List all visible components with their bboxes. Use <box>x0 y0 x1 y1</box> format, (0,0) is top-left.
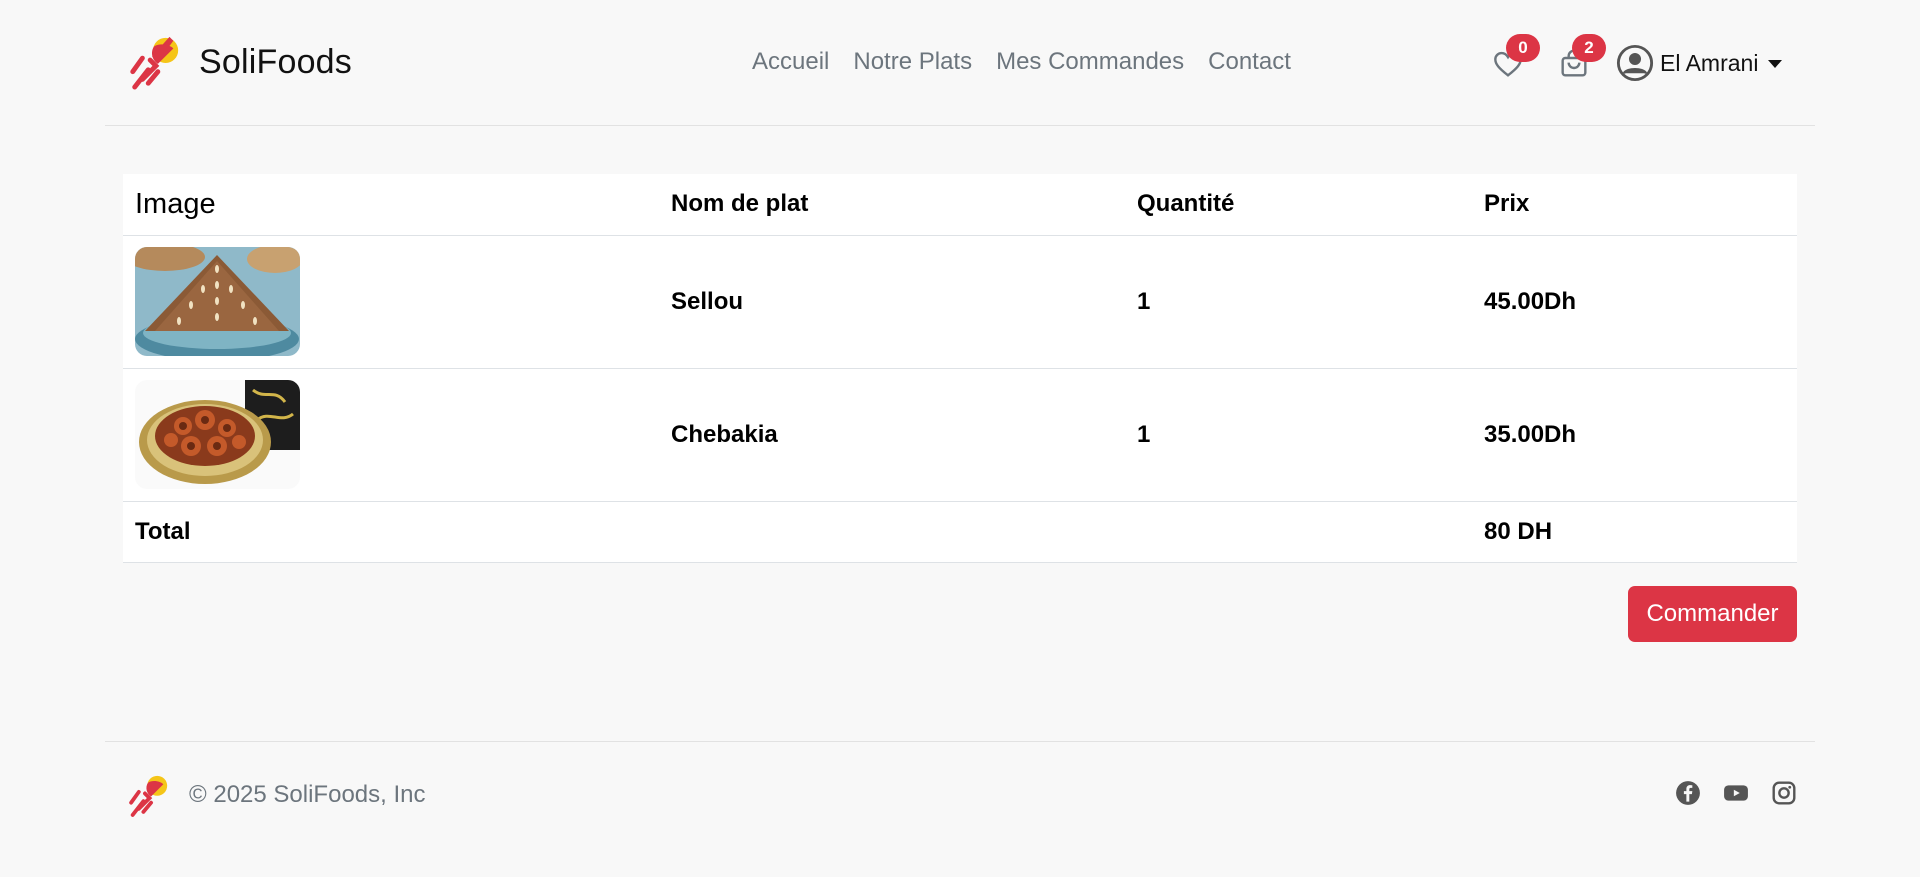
brand[interactable]: SoliFoods <box>125 33 352 91</box>
cart-table: Image Nom de plat Quantité Prix Sellou 1… <box>123 174 1797 563</box>
site-footer: © 2025 SoliFoods, Inc <box>105 741 1815 841</box>
image-cell <box>123 235 659 369</box>
total-row: Total 80 DH <box>123 501 1797 563</box>
user-name: El Amrani <box>1660 49 1759 76</box>
column-header-image: Image <box>123 174 659 236</box>
table-header-row: Image Nom de plat Quantité Prix <box>123 174 1797 236</box>
youtube-icon[interactable] <box>1723 780 1749 806</box>
total-label: Total <box>123 501 659 563</box>
header-actions: 0 2 El Amrani <box>1492 30 1812 98</box>
copyright-text: © 2025 SoliFoods, Inc <box>189 781 426 808</box>
rocket-food-logo <box>129 775 168 817</box>
wishlist-count-badge: 0 <box>1506 34 1540 62</box>
user-menu-dropdown[interactable]: El Amrani <box>1616 44 1783 82</box>
dish-name-cell: Sellou <box>659 235 1125 369</box>
price-cell: 35.00Dh <box>1472 368 1797 502</box>
instagram-icon[interactable] <box>1771 780 1797 806</box>
rocket-food-logo <box>130 36 179 90</box>
main-nav: Accueil Notre Plats Mes Commandes Contac… <box>752 48 1291 76</box>
table-row: Sellou 1 45.00Dh <box>123 235 1797 369</box>
image-cell <box>123 368 659 502</box>
column-header-name: Nom de plat <box>659 174 1125 236</box>
nav-item-accueil[interactable]: Accueil <box>752 48 829 76</box>
chevron-down-icon <box>1768 60 1783 68</box>
table-row: Chebakia 1 35.00Dh <box>123 368 1797 502</box>
commander-button[interactable]: Commander <box>1628 586 1797 642</box>
column-header-quantity: Quantité <box>1125 174 1472 236</box>
cart-count-badge: 2 <box>1572 34 1606 62</box>
user-circle-icon <box>1616 44 1654 82</box>
facebook-icon[interactable] <box>1675 780 1701 806</box>
quantity-cell: 1 <box>1125 235 1472 369</box>
quantity-cell: 1 <box>1125 368 1472 502</box>
column-header-price: Prix <box>1472 174 1797 236</box>
nav-item-contact[interactable]: Contact <box>1208 48 1291 76</box>
chebakia-dish-image <box>135 380 300 489</box>
total-value: 80 DH <box>1472 501 1797 563</box>
price-cell: 45.00Dh <box>1472 235 1797 369</box>
sellou-dish-image <box>135 247 300 356</box>
nav-item-notre-plats[interactable]: Notre Plats <box>853 48 972 76</box>
wishlist-button[interactable]: 0 <box>1492 34 1540 82</box>
social-links <box>1675 780 1797 806</box>
brand-name: SoliFoods <box>199 42 352 81</box>
site-header: SoliFoods Accueil Notre Plats Mes Comman… <box>105 0 1815 126</box>
nav-item-mes-commandes[interactable]: Mes Commandes <box>996 48 1184 76</box>
dish-name-cell: Chebakia <box>659 368 1125 502</box>
cart-button[interactable]: 2 <box>1558 34 1606 82</box>
